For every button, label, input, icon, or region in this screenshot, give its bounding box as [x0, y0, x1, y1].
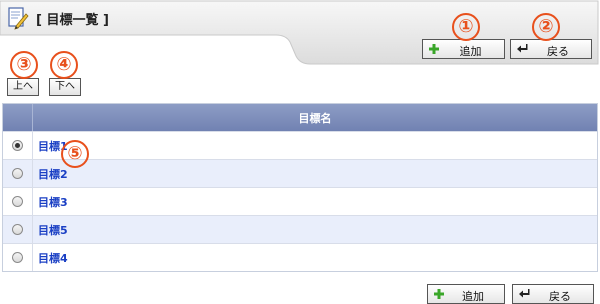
- goal-link[interactable]: 目標5: [33, 222, 597, 238]
- add-button-label: 追加: [462, 290, 484, 303]
- page-title: [ 目標一覧 ]: [36, 13, 109, 28]
- table-row: 目標1: [3, 131, 597, 159]
- header-radio-column: [3, 104, 33, 131]
- back-button-bottom[interactable]: 戻る: [512, 284, 594, 304]
- add-button-label: 追加: [459, 45, 482, 58]
- goal-link[interactable]: 目標1: [33, 138, 597, 154]
- row-radio[interactable]: [12, 140, 23, 151]
- add-button-bottom[interactable]: 追加: [427, 284, 505, 304]
- table-row: 目標3: [3, 187, 597, 215]
- column-header-goal-name: 目標名: [298, 111, 332, 125]
- goal-link[interactable]: 目標2: [33, 166, 597, 182]
- table-header: 目標名: [3, 104, 597, 131]
- row-radio[interactable]: [12, 168, 23, 179]
- row-radio[interactable]: [12, 224, 23, 235]
- goal-table: 目標名 目標1 目標2 目標3 目標5 目標4: [2, 103, 598, 272]
- row-radio[interactable]: [12, 196, 23, 207]
- edit-document-icon: [8, 7, 29, 30]
- goal-link[interactable]: 目標3: [33, 194, 597, 210]
- callout-3: ③: [10, 51, 38, 79]
- back-button-top[interactable]: 戻る: [510, 39, 592, 59]
- callout-2: ②: [532, 13, 560, 41]
- goal-link[interactable]: 目標4: [33, 250, 597, 266]
- add-button-top[interactable]: 追加: [422, 39, 505, 59]
- move-up-button[interactable]: 上へ: [7, 78, 39, 96]
- row-radio[interactable]: [12, 252, 23, 263]
- callout-5: ⑤: [61, 140, 89, 168]
- callout-1: ①: [452, 13, 480, 41]
- table-row: 目標4: [3, 243, 597, 271]
- back-button-label: 戻る: [549, 290, 571, 303]
- move-down-button[interactable]: 下へ: [49, 78, 81, 96]
- back-button-label: 戻る: [547, 45, 569, 58]
- table-row: 目標5: [3, 215, 597, 243]
- callout-4: ④: [50, 51, 78, 79]
- table-row: 目標2: [3, 159, 597, 187]
